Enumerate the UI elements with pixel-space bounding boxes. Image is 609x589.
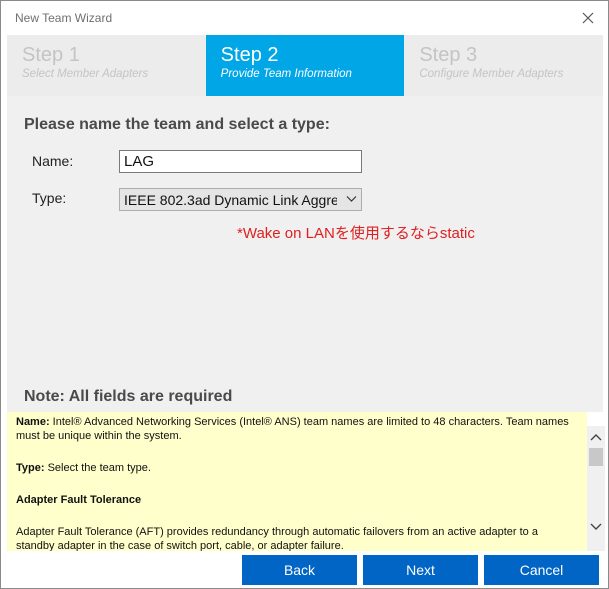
help-aft-text: Adapter Fault Tolerance (AFT) provides r… <box>16 526 538 551</box>
help-panel: Name: Intel® Advanced Networking Service… <box>7 412 587 551</box>
back-button[interactable]: Back <box>242 555 357 585</box>
scroll-up-button[interactable] <box>587 428 605 446</box>
wol-annotation: *Wake on LANを使用するならstatic <box>237 225 475 242</box>
scroll-thumb[interactable] <box>589 448 603 466</box>
team-type-select[interactable]: IEEE 802.3ad Dynamic Link Aggregation <box>119 188 362 211</box>
chevron-up-icon <box>590 434 602 441</box>
close-icon <box>582 12 594 24</box>
help-type-text: Select the team type. <box>44 462 151 474</box>
help-name-term: Name: <box>16 416 50 428</box>
step-3: Step 3 Configure Member Adapters <box>404 35 603 96</box>
required-note: Note: All fields are required <box>24 388 233 405</box>
step-subtitle: Configure Member Adapters <box>419 68 564 80</box>
step-title: Step 1 <box>22 44 80 66</box>
help-type-term: Type: <box>16 462 45 474</box>
close-button[interactable] <box>576 6 600 30</box>
button-bar: Back Next Cancel <box>1 551 608 588</box>
cancel-button[interactable]: Cancel <box>484 555 599 585</box>
step-2: Step 2 Provide Team Information <box>205 35 405 96</box>
help-name-text: Intel® Advanced Networking Services (Int… <box>16 416 569 442</box>
help-aft-heading: Adapter Fault Tolerance <box>16 493 578 507</box>
step-title: Step 3 <box>419 44 478 66</box>
wizard-window: New Team Wizard Step 1 Select Member Ada… <box>0 0 609 589</box>
step-subtitle: Select Member Adapters <box>22 68 149 80</box>
type-label: Type: <box>32 190 67 206</box>
chevron-down-icon <box>346 196 357 202</box>
chevron-down-icon <box>590 523 602 530</box>
help-type: Type: Select the team type. <box>16 461 578 475</box>
team-type-value: IEEE 802.3ad Dynamic Link Aggregation <box>124 192 337 208</box>
form-heading: Please name the team and select a type: <box>24 116 330 133</box>
step-1: Step 1 Select Member Adapters <box>7 35 206 96</box>
window-title: New Team Wizard <box>15 11 113 25</box>
wizard-steps: Step 1 Select Member Adapters Step 2 Pro… <box>7 35 603 96</box>
step-title: Step 2 <box>220 44 279 66</box>
help-aft-title: Adapter Fault Tolerance <box>16 494 142 506</box>
help-scrollbar[interactable] <box>587 426 605 551</box>
name-label: Name: <box>32 153 74 169</box>
help-name: Name: Intel® Advanced Networking Service… <box>16 415 578 443</box>
team-name-input[interactable]: LAG <box>119 150 362 173</box>
next-button[interactable]: Next <box>363 555 478 585</box>
step-subtitle: Provide Team Information <box>220 68 352 80</box>
scroll-down-button[interactable] <box>587 518 605 536</box>
title-bar: New Team Wizard <box>1 1 608 35</box>
form-panel: Please name the team and select a type: … <box>7 96 603 412</box>
